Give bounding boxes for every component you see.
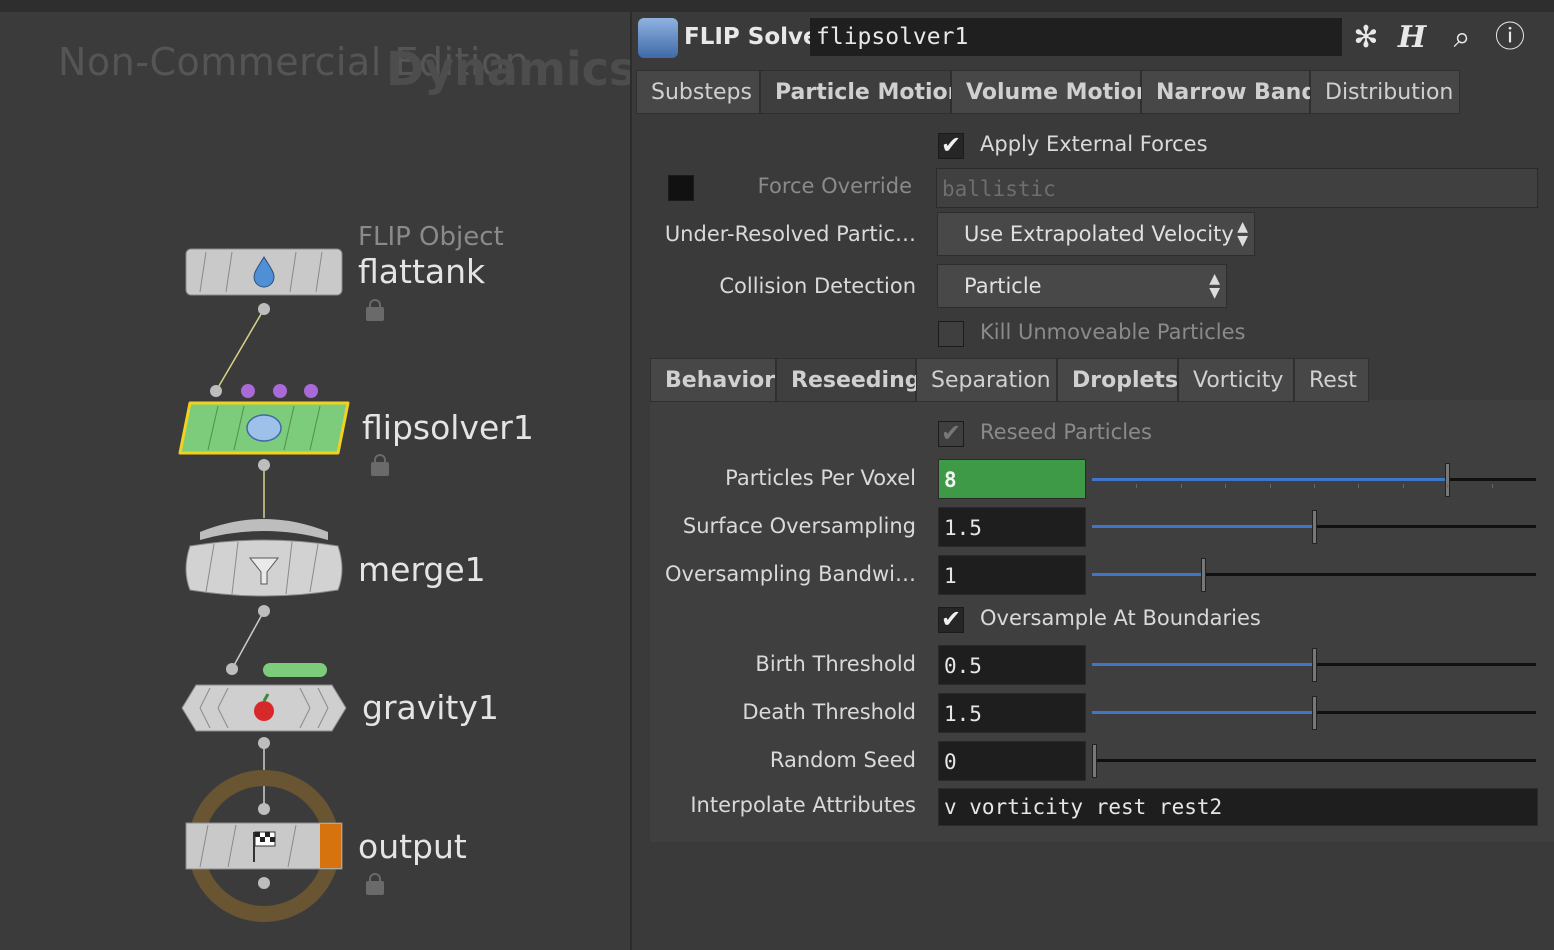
reseed-particles-checkbox[interactable]: ✔ bbox=[938, 421, 964, 447]
slider-handle[interactable] bbox=[1312, 648, 1317, 682]
slider-handle[interactable] bbox=[1312, 510, 1317, 544]
slider-tick bbox=[1136, 484, 1137, 488]
network-editor[interactable]: Non-Commercial Edition Dynamics FLIP Obj… bbox=[0, 12, 636, 950]
force-override-toggle[interactable] bbox=[668, 175, 694, 201]
death-threshold-label: Death Threshold bbox=[742, 700, 916, 724]
node-flipsolver1[interactable] bbox=[178, 384, 350, 471]
sub-tab-bar: Behavior Reseeding Separation Droplets V… bbox=[650, 358, 1369, 402]
surface-oversampling-label: Surface Oversampling bbox=[682, 514, 916, 538]
node-flipsolver1-label[interactable]: flipsolver1 bbox=[362, 408, 534, 447]
apple-icon bbox=[254, 701, 274, 721]
kill-unmoveable-label: Kill Unmoveable Particles bbox=[980, 320, 1246, 344]
slider-tick bbox=[1358, 484, 1359, 488]
slider-tick bbox=[1270, 484, 1271, 488]
particles-per-voxel-slider[interactable] bbox=[1092, 463, 1536, 497]
kill-unmoveable-checkbox[interactable] bbox=[938, 321, 964, 347]
death-threshold-field[interactable]: 1.5 bbox=[938, 693, 1086, 733]
apply-external-forces-label: Apply External Forces bbox=[980, 132, 1208, 156]
slider-handle[interactable] bbox=[1445, 463, 1450, 497]
particles-per-voxel-field[interactable]: 8 bbox=[938, 459, 1086, 499]
node-merge1-label[interactable]: merge1 bbox=[358, 550, 486, 589]
gear-icon[interactable]: ✻ bbox=[1346, 18, 1386, 58]
wire-flattank-flipsolver bbox=[215, 308, 265, 392]
under-resolved-label: Under-Resolved Partic… bbox=[664, 222, 916, 246]
tab-particle-motion[interactable]: Particle Motion bbox=[760, 70, 963, 114]
oversampling-bandwidth-field[interactable]: 1 bbox=[938, 555, 1086, 595]
oversampling-bandwidth-slider[interactable] bbox=[1092, 558, 1536, 592]
tab-substeps[interactable]: Substeps bbox=[636, 70, 760, 114]
node-flattank-type: FLIP Object bbox=[358, 222, 504, 252]
force-override-label: Force Override bbox=[757, 174, 912, 198]
lock-icon[interactable] bbox=[366, 873, 384, 895]
death-threshold-slider[interactable] bbox=[1092, 696, 1536, 730]
houdini-h-icon[interactable]: H bbox=[1392, 18, 1432, 58]
search-icon[interactable]: ⌕ bbox=[1442, 18, 1482, 58]
random-seed-slider[interactable] bbox=[1092, 744, 1536, 778]
slider-tick bbox=[1225, 484, 1226, 488]
slider-handle[interactable] bbox=[1201, 558, 1206, 592]
tab-separation[interactable]: Separation bbox=[916, 358, 1057, 402]
tab-droplets[interactable]: Droplets bbox=[1057, 358, 1178, 402]
apply-external-forces-checkbox[interactable]: ✔ bbox=[938, 133, 964, 159]
oversample-boundaries-checkbox[interactable]: ✔ bbox=[938, 607, 964, 633]
surface-oversampling-slider[interactable] bbox=[1092, 510, 1536, 544]
flip-solver-brain-icon[interactable] bbox=[638, 18, 678, 58]
brain-icon bbox=[246, 414, 282, 442]
parameter-editor: FLIP Solver flipsolver1 ✻ H ⌕ ⓘ Substeps… bbox=[630, 12, 1554, 950]
tab-narrow-band[interactable]: Narrow Band bbox=[1141, 70, 1317, 114]
node-type-label: FLIP Solver bbox=[684, 24, 830, 50]
reseed-particles-label: Reseed Particles bbox=[980, 420, 1152, 444]
main-tab-bar: Substeps Particle Motion Volume Motion N… bbox=[636, 70, 1460, 114]
node-merge1[interactable] bbox=[185, 519, 343, 617]
slider-tick bbox=[1181, 484, 1182, 488]
tab-behavior[interactable]: Behavior bbox=[650, 358, 776, 402]
wire-merge-gravity bbox=[231, 610, 265, 670]
tab-rest[interactable]: Rest bbox=[1294, 358, 1369, 402]
slider-tick bbox=[1403, 484, 1404, 488]
network-graph[interactable] bbox=[0, 12, 630, 950]
collision-detection-menu[interactable]: Particle ▲ ▼ bbox=[937, 264, 1227, 308]
particles-per-voxel-label: Particles Per Voxel bbox=[725, 466, 916, 490]
node-gravity1-label[interactable]: gravity1 bbox=[362, 688, 499, 727]
interpolate-attributes-field[interactable]: v vorticity rest rest2 bbox=[938, 788, 1538, 826]
slider-tick bbox=[1492, 484, 1493, 488]
info-icon[interactable]: ⓘ bbox=[1490, 18, 1530, 58]
collision-detection-label: Collision Detection bbox=[719, 274, 916, 298]
tab-reseeding[interactable]: Reseeding bbox=[776, 358, 921, 402]
force-override-field[interactable]: ballistic bbox=[936, 168, 1538, 208]
slider-handle[interactable] bbox=[1312, 696, 1317, 730]
node-flattank[interactable] bbox=[185, 248, 343, 315]
random-seed-label: Random Seed bbox=[769, 748, 916, 772]
node-name-field[interactable]: flipsolver1 bbox=[810, 18, 1342, 56]
node-output-label[interactable]: output bbox=[358, 827, 467, 866]
slider-tick bbox=[1447, 484, 1448, 488]
menu-arrows-icon: ▲ ▼ bbox=[1237, 219, 1248, 249]
menu-arrows-icon: ▲ ▼ bbox=[1209, 271, 1220, 301]
under-resolved-menu[interactable]: Use Extrapolated Velocity ▲ ▼ bbox=[937, 212, 1255, 256]
collision-detection-value: Particle bbox=[964, 274, 1042, 298]
under-resolved-value: Use Extrapolated Velocity bbox=[964, 222, 1234, 246]
node-gravity1[interactable] bbox=[181, 663, 347, 749]
lock-icon[interactable] bbox=[371, 454, 389, 476]
tab-distribution[interactable]: Distribution bbox=[1310, 70, 1460, 114]
slider-handle[interactable] bbox=[1092, 744, 1097, 778]
birth-threshold-slider[interactable] bbox=[1092, 648, 1536, 682]
tab-vorticity[interactable]: Vorticity bbox=[1178, 358, 1294, 402]
interpolate-attributes-label: Interpolate Attributes bbox=[690, 793, 916, 817]
surface-oversampling-field[interactable]: 1.5 bbox=[938, 507, 1086, 547]
tab-volume-motion[interactable]: Volume Motion bbox=[951, 70, 1152, 114]
oversampling-bandwidth-label: Oversampling Bandwi… bbox=[664, 562, 916, 586]
random-seed-field[interactable]: 0 bbox=[938, 741, 1086, 781]
node-flattank-label[interactable]: flattank bbox=[358, 252, 485, 291]
oversample-boundaries-label: Oversample At Boundaries bbox=[980, 606, 1261, 630]
birth-threshold-label: Birth Threshold bbox=[755, 652, 916, 676]
birth-threshold-field[interactable]: 0.5 bbox=[938, 645, 1086, 685]
slider-tick bbox=[1314, 484, 1315, 488]
lock-icon[interactable] bbox=[366, 299, 384, 321]
